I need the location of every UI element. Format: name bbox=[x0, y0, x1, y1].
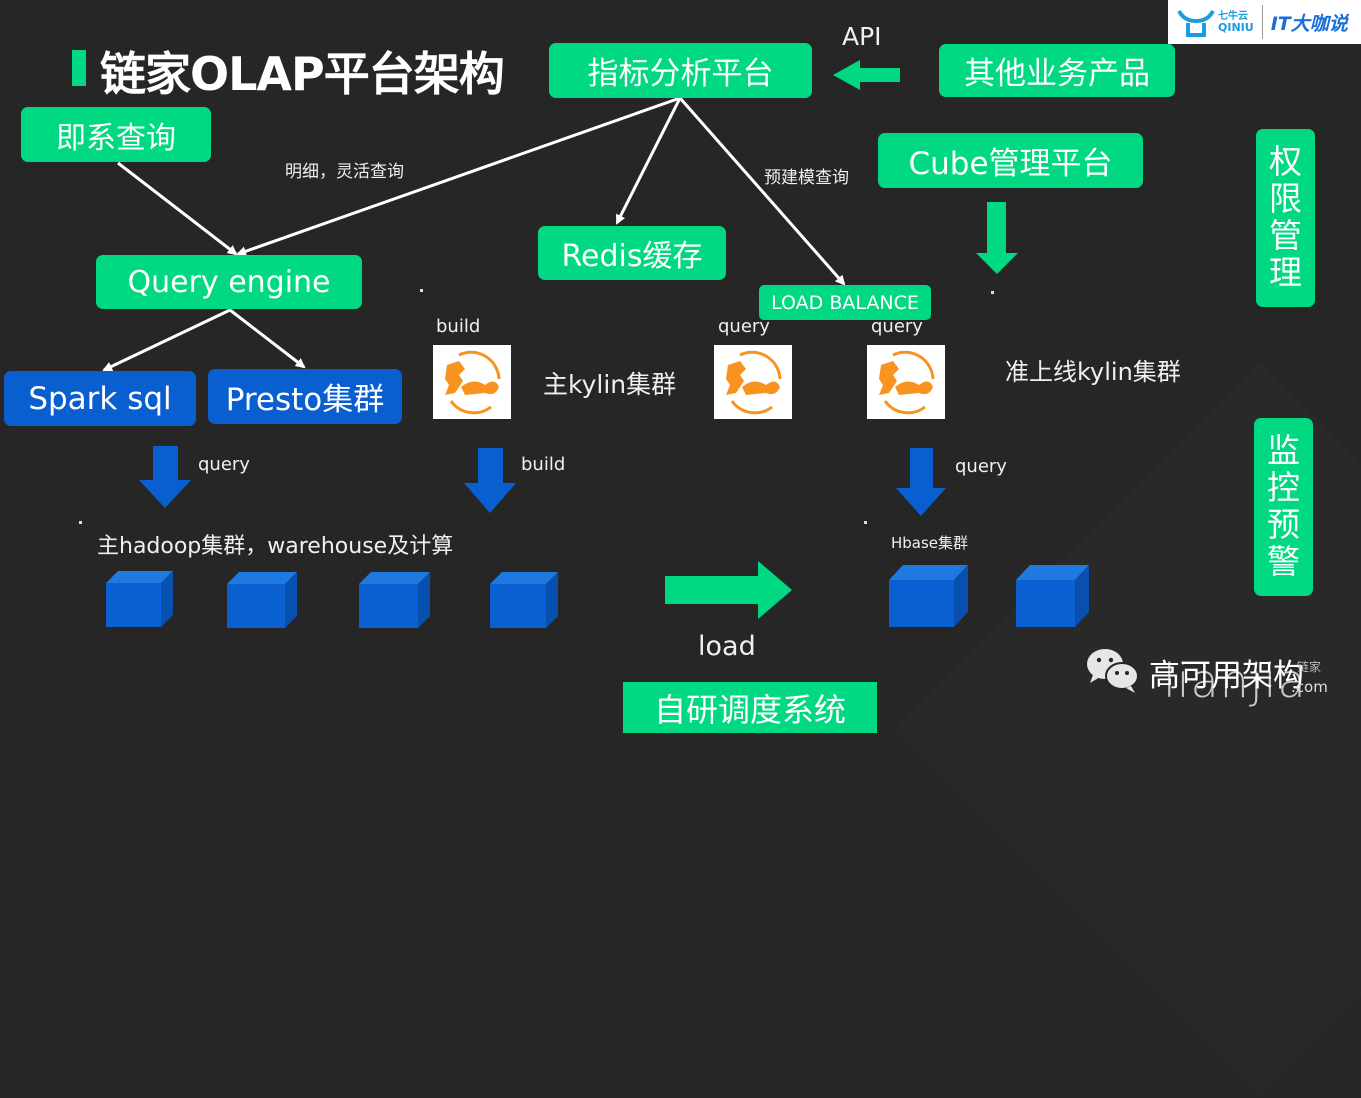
hadoop-node-cube-3 bbox=[359, 572, 430, 628]
lianjia-brand-text: lianjia bbox=[1163, 654, 1307, 708]
hadoop-node-cube-4 bbox=[490, 572, 558, 628]
scheduler-system-node: 自研调度系统 bbox=[623, 682, 877, 733]
hadoop-node-cube-2 bbox=[227, 572, 297, 628]
hadoop-node-cube-1 bbox=[106, 571, 173, 627]
cube-layer bbox=[106, 565, 1089, 628]
hbase-node-cube-1 bbox=[889, 565, 968, 627]
scheduler-system-label: 自研调度系统 bbox=[653, 690, 846, 729]
lianjia-brand-cn: 链家 bbox=[1297, 660, 1322, 674]
load-label: load bbox=[698, 631, 756, 662]
hbase-node-cube-2 bbox=[1016, 565, 1089, 627]
lianjia-domain: .com bbox=[1291, 678, 1328, 696]
wechat-icon bbox=[1087, 649, 1139, 693]
